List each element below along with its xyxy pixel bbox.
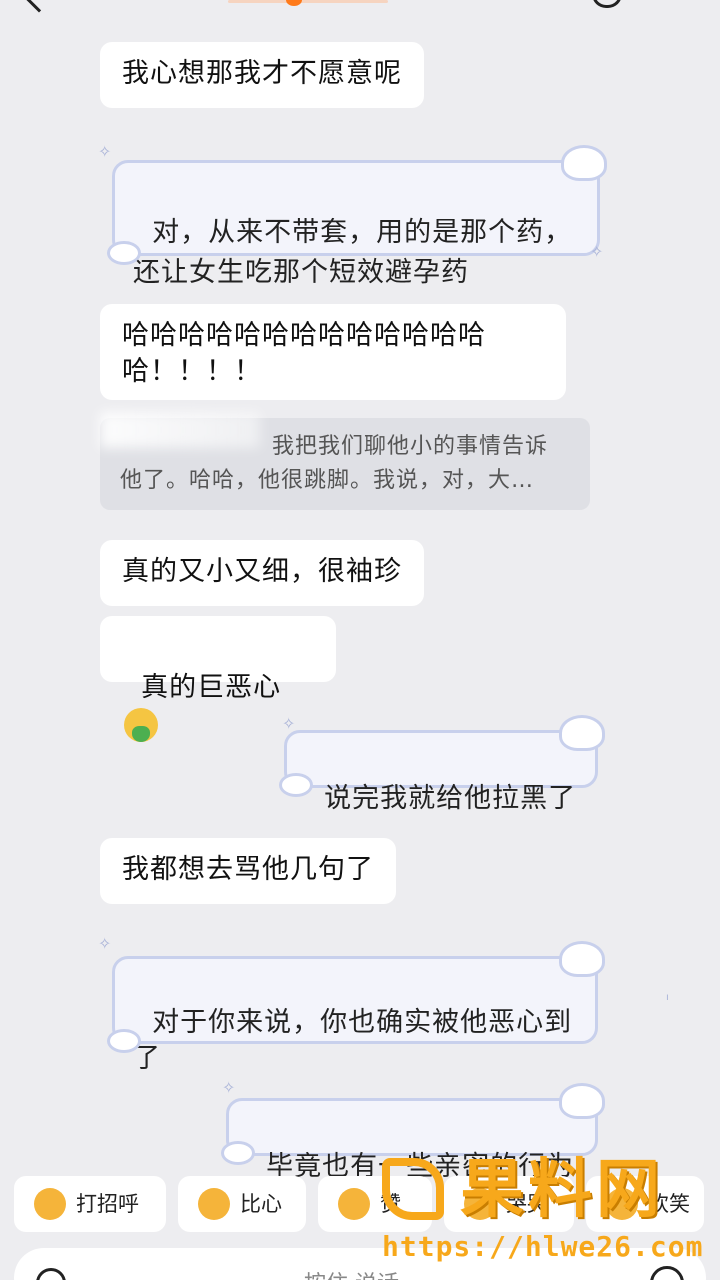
incoming-message[interactable]: 哈哈哈哈哈哈哈哈哈哈哈哈哈 哈！！！！ xyxy=(100,304,566,400)
phone-icon[interactable] xyxy=(592,0,622,8)
back-arrow-icon[interactable] xyxy=(23,0,55,13)
message-text: 对，从来不带套，用的是那个药， 还让女生吃那个短效避孕药 xyxy=(133,217,573,288)
sparkle-icon: ✧ xyxy=(98,142,112,161)
wave-emoji-icon xyxy=(34,1188,66,1220)
vomiting-face-emoji-icon xyxy=(124,708,158,742)
watermark: 果料网 https://hlwe26.com xyxy=(382,1150,720,1270)
dot-mark: ı xyxy=(666,992,669,1003)
status-dot xyxy=(286,0,302,6)
watermark-url: https://hlwe26.com xyxy=(382,1230,704,1263)
incoming-message[interactable]: 真的又小又细，很袖珍 xyxy=(100,540,424,606)
chip-label: 打招呼 xyxy=(76,1192,139,1216)
outgoing-message[interactable]: 对于你来说，你也确实被他恶心到 了 xyxy=(107,941,605,1074)
sparkle-icon: ✧ xyxy=(282,714,296,733)
blurred-sender-name xyxy=(100,412,260,448)
incoming-message[interactable]: 我都想去骂他几句了 xyxy=(100,838,396,904)
message-text: 说完我就给他拉黑了 xyxy=(324,783,577,814)
sparkle-icon: ✧ xyxy=(222,1078,236,1097)
quote-line: 他了。哈哈，他很跳脚。我说，对，大… xyxy=(120,468,535,493)
thumbs-up-emoji-icon xyxy=(338,1188,370,1220)
watermark-logo-icon xyxy=(382,1158,444,1220)
message-text: 真的巨恶心 xyxy=(141,672,282,703)
message-text: 对于你来说，你也确实被他恶心到 了 xyxy=(133,1007,573,1074)
sparkle-icon: ✧ xyxy=(590,242,604,261)
quick-reply-chip[interactable]: 打招呼 xyxy=(14,1176,166,1232)
voice-icon[interactable] xyxy=(36,1268,66,1280)
heart-hands-emoji-icon xyxy=(198,1188,230,1220)
outgoing-message[interactable]: 说完我就给他拉黑了 xyxy=(279,715,605,814)
quick-reply-chip[interactable]: 比心 xyxy=(178,1176,306,1232)
watermark-title: 果料网 xyxy=(460,1153,664,1227)
incoming-message[interactable]: 真的巨恶心 xyxy=(100,616,336,742)
outgoing-message[interactable]: 毕竟也有一些亲密的行为 xyxy=(221,1083,605,1182)
incoming-message[interactable]: 我心想那我才不愿意呢 xyxy=(100,42,424,108)
sparkle-icon: ✧ xyxy=(98,934,112,953)
chip-label: 比心 xyxy=(240,1192,282,1216)
title-underline xyxy=(228,0,388,3)
top-bar xyxy=(0,0,720,18)
outgoing-message[interactable]: 对，从来不带套，用的是那个药， 还让女生吃那个短效避孕药 xyxy=(107,145,607,288)
